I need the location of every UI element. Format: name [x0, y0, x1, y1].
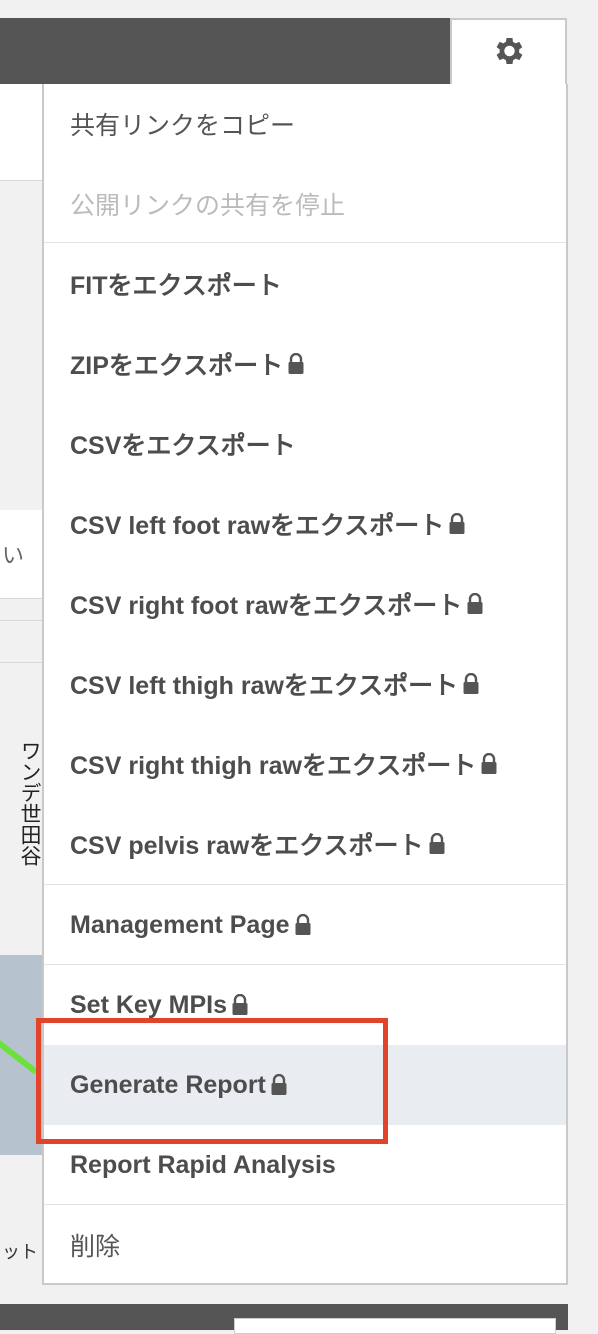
header-bar: [0, 18, 450, 84]
menu-item-export-zip[interactable]: ZIPをエクスポート: [44, 324, 566, 404]
background-divider: [0, 662, 42, 663]
gear-icon[interactable]: [490, 33, 526, 69]
menu-divider: [44, 242, 566, 243]
menu-item-export-fit[interactable]: FITをエクスポート: [44, 244, 566, 324]
menu-item-export-csv-right-foot[interactable]: CSV right foot rawをエクスポート: [44, 564, 566, 644]
map-label: ワンデ世田谷: [18, 740, 42, 866]
background-text: ット: [2, 1242, 38, 1262]
background-panel: [0, 84, 42, 180]
lock-icon: [295, 914, 311, 935]
background-divider: [0, 620, 42, 621]
lock-icon: [467, 593, 483, 614]
lock-icon: [429, 833, 444, 854]
menu-item-export-csv-pelvis[interactable]: CSV pelvis rawをエクスポート: [44, 804, 566, 884]
lock-icon: [232, 994, 248, 1015]
highlight-annotation-box: [36, 1018, 388, 1144]
background-text: い: [2, 543, 25, 568]
footer-input[interactable]: [234, 1318, 556, 1334]
lock-icon: [481, 753, 497, 774]
menu-item-export-csv-right-thigh[interactable]: CSV right thigh rawをエクスポート: [44, 724, 566, 804]
lock-icon: [449, 513, 465, 534]
background-divider: [0, 180, 42, 181]
menu-item-export-csv-left-foot[interactable]: CSV left foot rawをエクスポート: [44, 484, 566, 564]
menu-item-delete[interactable]: 削除: [44, 1205, 566, 1285]
lock-icon: [288, 353, 304, 374]
menu-item-copy-share-link[interactable]: 共有リンクをコピー: [44, 84, 566, 164]
menu-item-stop-public-link: 公開リンクの共有を停止: [70, 192, 346, 220]
menu-item-export-csv[interactable]: CSVをエクスポート: [44, 404, 566, 484]
menu-item-export-csv-left-thigh[interactable]: CSV left thigh rawをエクスポート: [44, 644, 566, 724]
menu-item-management-page[interactable]: Management Page: [44, 885, 566, 965]
background-divider: [0, 598, 42, 599]
lock-icon: [463, 673, 479, 694]
